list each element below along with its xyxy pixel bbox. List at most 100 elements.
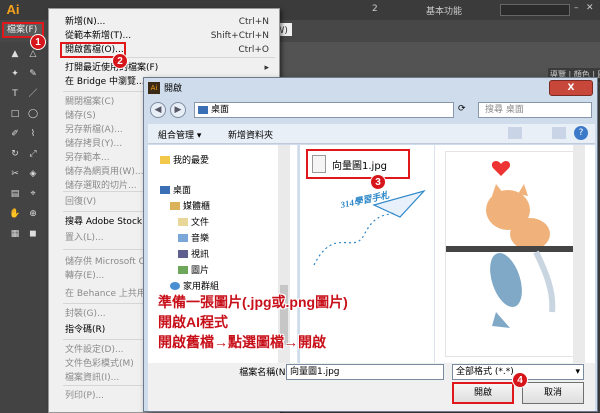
nav-favorites[interactable]: 我的最愛 (160, 155, 209, 168)
new-folder-button[interactable]: 新增資料夾 (228, 128, 273, 141)
paper-plane-illustration (313, 189, 426, 266)
address-text: 桌面 (211, 105, 230, 115)
nav-scrollbar[interactable] (278, 145, 290, 363)
file-menu-item[interactable]: 檔案資訊(I)... (65, 371, 119, 385)
nav-music[interactable]: 音樂 (178, 233, 209, 246)
step-badge-2: 2 (112, 53, 128, 69)
picture-icon (178, 266, 188, 274)
file-menu-item[interactable]: 指令碼(R) (65, 323, 105, 337)
tool-icon[interactable]: ▤ (8, 188, 22, 200)
back-icon[interactable]: ◀ (150, 102, 166, 118)
file-menu-item[interactable]: 另存範本... (65, 151, 110, 165)
tool-icon[interactable]: ✐ (8, 128, 22, 140)
file-name-input[interactable]: 向量圖1.jpg (286, 364, 444, 380)
dialog-title: 開啟 (164, 84, 183, 94)
file-menu-item[interactable]: 儲存供 Microsoft Of (65, 255, 149, 269)
file-menu-item[interactable]: 關閉檔案(C) (65, 95, 114, 109)
tool-icon[interactable]: ▦ (8, 228, 22, 240)
address-row: ◀ ▶ 桌面 ⟳ 搜尋 桌面 (148, 98, 595, 122)
file-menu-item[interactable]: 儲存為網頁用(W)... (65, 165, 144, 179)
preview-pane-icon[interactable] (552, 127, 566, 139)
menu-shortcut: Ctrl+N (238, 17, 269, 27)
music-icon (178, 234, 188, 242)
file-menu-item[interactable]: 置入(L)... (65, 231, 104, 245)
tool-icon[interactable]: ／ (26, 88, 40, 100)
file-menu-item[interactable]: 另存新檔(A)... (65, 123, 123, 137)
address-bar[interactable]: 桌面 (194, 102, 454, 118)
tool-icon[interactable]: □ (8, 108, 22, 120)
image-preview (445, 151, 585, 357)
tool-icon[interactable]: T (8, 88, 22, 100)
instruction-line-3: 開啟舊檔→點選圖檔→開啟 (158, 334, 326, 350)
open-button[interactable]: 開啟 (452, 382, 514, 404)
tool-icon[interactable]: ⤢ (26, 148, 40, 160)
nav-label: 音樂 (191, 234, 210, 244)
tool-icon[interactable]: ◈ (26, 168, 40, 180)
file-menu-item[interactable]: 搜尋 Adobe Stock... (65, 215, 151, 229)
file-menu-item[interactable]: 在 Bridge 中瀏覽... (65, 75, 145, 89)
search-field[interactable] (500, 4, 570, 16)
step-badge-3: 3 (370, 174, 386, 190)
view-icon[interactable] (508, 127, 522, 139)
tool-icon[interactable]: ⌖ (26, 188, 40, 200)
file-type-value: 全部格式 (*.*) (456, 367, 514, 377)
step-badge-1: 1 (30, 34, 46, 50)
organize-button[interactable]: 組合管理 ▾ (158, 128, 201, 141)
file-menu-item[interactable]: 從範本新增(T)... (65, 29, 131, 43)
tool-icon[interactable]: ✎ (26, 68, 40, 80)
minimize-icon[interactable]: – (574, 3, 579, 13)
file-menu-item[interactable]: 列印(P)... (65, 389, 104, 403)
file-menu-item[interactable]: 儲存選取的切片... (65, 179, 137, 193)
nav-desktop[interactable]: 桌面 (160, 185, 191, 198)
nav-label: 文件 (191, 218, 210, 228)
preview-scrollbar[interactable] (573, 145, 585, 363)
tool-icon[interactable]: ◯ (26, 108, 40, 120)
cancel-button[interactable]: 取消 (522, 382, 584, 404)
file-menu-item[interactable]: 在 Behance 上共用( (65, 287, 149, 301)
nav-libraries[interactable]: 媒體櫃 (170, 201, 210, 214)
file-item[interactable]: 向量圖1.jpg (306, 149, 410, 179)
dialog-close-button[interactable]: X (549, 80, 593, 96)
notification-count[interactable]: 2 (372, 4, 378, 14)
file-menu-item[interactable]: 新增(N)... (65, 15, 105, 29)
tool-icon[interactable]: ◼ (26, 228, 40, 240)
nav-videos[interactable]: 視訊 (178, 249, 209, 262)
chevron-down-icon: ▾ (575, 367, 580, 377)
dialog-toolbar: 組合管理 ▾ 新增資料夾 ? (148, 124, 595, 144)
nav-documents[interactable]: 文件 (178, 217, 209, 230)
instruction-line-1: 準備一張圖片(.jpg或.png圖片) (158, 294, 348, 310)
menu-shortcut: Shift+Ctrl+N (210, 31, 269, 41)
file-menu-item[interactable]: 封裝(G)... (65, 307, 106, 321)
close-window-icon[interactable]: ✕ (586, 3, 594, 13)
tool-icon[interactable]: ↻ (8, 148, 22, 160)
tool-icon[interactable]: ✦ (8, 68, 22, 80)
instruction-line-2: 開啟AI程式 (158, 314, 228, 330)
help-icon[interactable]: ? (574, 126, 588, 140)
file-list: 向量圖1.jpg 314學習手札 (300, 145, 434, 363)
cat-fish-illustration (446, 161, 584, 328)
library-icon (170, 202, 180, 210)
preview-pane (434, 145, 595, 363)
forward-icon[interactable]: ▶ (170, 102, 186, 118)
tool-icon[interactable]: ✋ (8, 208, 22, 220)
search-input[interactable]: 搜尋 桌面 (478, 102, 592, 118)
file-name-label: 檔案名稱(N): (239, 368, 292, 378)
tool-icon[interactable]: ⌇ (26, 128, 40, 140)
tools-panel: ▲ △ ✦ ✎ T ／ □ ◯ ✐ ⌇ ↻ ⤢ ✂ ◈ ▤ ⌖ ✋ ⊕ ▦ ◼ (0, 42, 50, 413)
workspace-switcher[interactable]: 基本功能 (426, 4, 462, 17)
nav-label: 視訊 (191, 250, 210, 260)
file-menu-item[interactable]: 轉存(E)... (65, 269, 104, 283)
submenu-arrow-icon: ▸ (264, 63, 269, 73)
refresh-icon[interactable]: ⟳ (458, 104, 466, 114)
nav-pictures[interactable]: 圖片 (178, 265, 209, 278)
tool-icon[interactable]: ▲ (8, 48, 22, 60)
file-menu-item[interactable]: 回復(V) (65, 195, 96, 209)
file-menu-item[interactable]: 文件設定(D)... (65, 343, 124, 357)
tool-icon[interactable]: ⊕ (26, 208, 40, 220)
open-dialog: Ai 開啟 X ◀ ▶ 桌面 ⟳ 搜尋 桌面 組合管理 ▾ 新增資料夾 ? 我的… (143, 77, 598, 412)
tool-icon[interactable]: ✂ (8, 168, 22, 180)
file-menu-item[interactable]: 儲存拷貝(Y)... (65, 137, 122, 151)
nav-label: 我的最愛 (173, 156, 210, 166)
file-menu-item[interactable]: 儲存(S) (65, 109, 96, 123)
file-menu-item[interactable]: 文件色彩模式(M) (65, 357, 134, 371)
